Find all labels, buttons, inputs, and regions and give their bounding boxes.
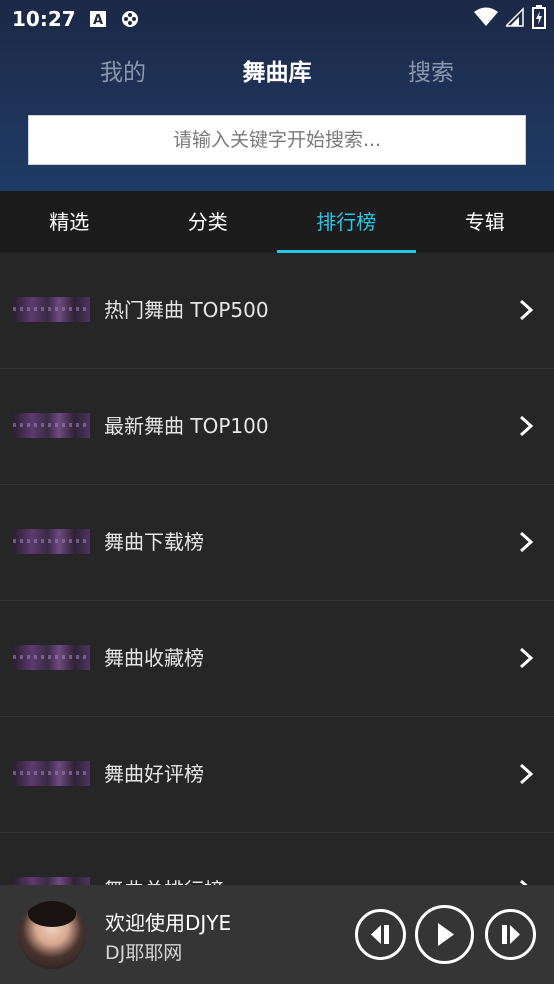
list-item[interactable]: 热门舞曲 TOP500 xyxy=(0,253,554,369)
list-thumbnail xyxy=(13,413,90,438)
chevron-right-icon xyxy=(519,763,534,785)
list-item[interactable]: 舞曲好评榜 xyxy=(0,717,554,833)
chevron-right-icon xyxy=(519,415,534,437)
search-input[interactable] xyxy=(29,116,525,164)
mini-player[interactable]: 欢迎使用DJYE DJ耶耶网 xyxy=(0,885,554,984)
chevron-right-icon xyxy=(519,647,534,669)
search-box xyxy=(28,115,526,165)
category-tab-bar: 精选 分类 排行榜 专辑 xyxy=(0,191,554,253)
font-a-icon: A xyxy=(88,9,108,29)
tab-categories[interactable]: 分类 xyxy=(139,191,278,253)
ranking-list: 热门舞曲 TOP500 最新舞曲 TOP100 舞曲下载榜 舞曲收藏榜 舞曲好评… xyxy=(0,253,554,885)
top-tab-bar: 我的 舞曲库 搜索 xyxy=(0,50,554,96)
next-icon xyxy=(502,925,520,944)
next-button[interactable] xyxy=(485,909,536,960)
list-item-label: 热门舞曲 TOP500 xyxy=(104,298,269,322)
tab-music-library[interactable]: 舞曲库 xyxy=(207,50,347,96)
tab-rankings[interactable]: 排行榜 xyxy=(277,191,416,253)
play-icon xyxy=(438,923,454,946)
battery-charging-icon xyxy=(532,5,546,33)
play-button[interactable] xyxy=(415,905,474,964)
list-item-label: 舞曲总排行榜 xyxy=(104,833,224,885)
player-title: 欢迎使用DJYE xyxy=(105,911,232,935)
tab-albums[interactable]: 专辑 xyxy=(416,191,554,253)
previous-icon xyxy=(371,925,389,944)
chevron-right-icon xyxy=(519,531,534,553)
tab-featured[interactable]: 精选 xyxy=(0,191,139,253)
list-item-label: 舞曲收藏榜 xyxy=(104,646,204,670)
list-thumbnail xyxy=(13,877,90,885)
app-header: 10:27 A 我的 舞曲库 搜索 xyxy=(0,0,554,191)
list-item-label: 最新舞曲 TOP100 xyxy=(104,414,269,438)
list-item-label: 舞曲下载榜 xyxy=(104,530,204,554)
list-item[interactable]: 最新舞曲 TOP100 xyxy=(0,369,554,485)
chevron-right-icon xyxy=(519,299,534,321)
tab-mine[interactable]: 我的 xyxy=(53,50,193,96)
tab-search[interactable]: 搜索 xyxy=(361,50,501,96)
player-subtitle: DJ耶耶网 xyxy=(105,942,183,964)
list-item[interactable]: 舞曲下载榜 xyxy=(0,485,554,601)
list-item[interactable]: 舞曲总排行榜 xyxy=(0,833,554,885)
list-thumbnail xyxy=(13,761,90,786)
signal-icon xyxy=(504,7,524,31)
previous-button[interactable] xyxy=(355,909,406,960)
status-time: 10:27 xyxy=(12,7,76,31)
album-art-avatar[interactable] xyxy=(18,901,86,969)
svg-text:A: A xyxy=(93,13,103,28)
list-item-label: 舞曲好评榜 xyxy=(104,762,204,786)
wifi-icon xyxy=(474,7,498,31)
game-pad-icon xyxy=(120,9,140,29)
list-thumbnail xyxy=(13,297,90,322)
list-thumbnail xyxy=(13,529,90,554)
list-thumbnail xyxy=(13,645,90,670)
status-bar: 10:27 A xyxy=(0,0,554,38)
list-item[interactable]: 舞曲收藏榜 xyxy=(0,601,554,717)
